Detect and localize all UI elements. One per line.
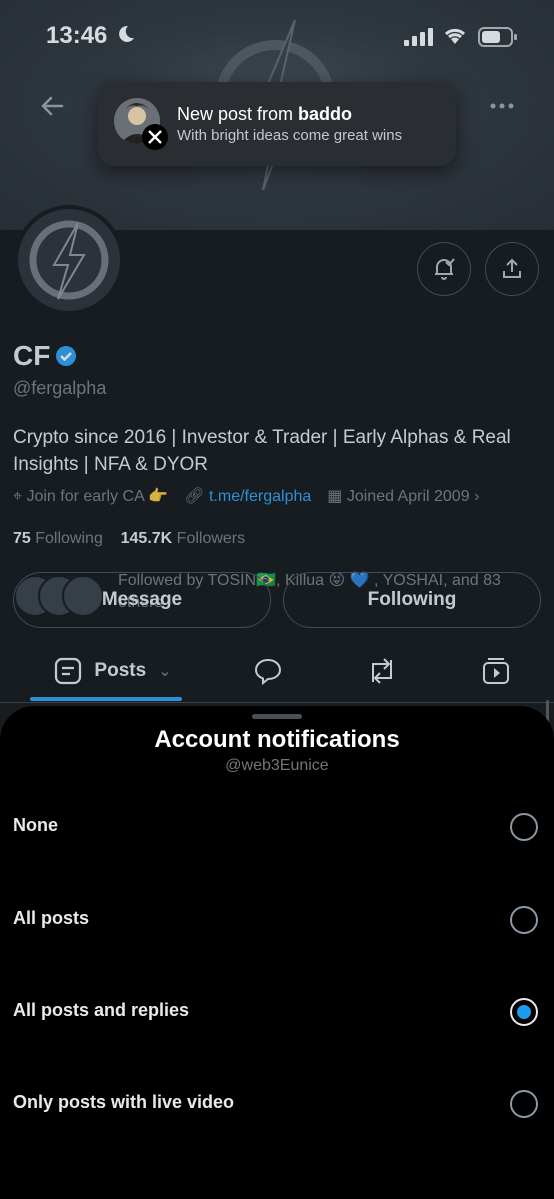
x-logo-icon: [142, 124, 168, 150]
new-post-toast[interactable]: New post from baddo With bright ideas co…: [98, 82, 456, 166]
option-none[interactable]: None: [0, 797, 554, 857]
toast-username: baddo: [298, 104, 353, 124]
option-label: Only posts with live video: [13, 1092, 235, 1112]
option-label: All posts: [13, 908, 90, 928]
toast-title: New post from baddo: [177, 104, 353, 124]
option-all-posts[interactable]: All posts: [0, 890, 554, 950]
account-notifications-sheet: Account notifications @web3Eunice None A…: [0, 706, 554, 1199]
radio-all-posts[interactable]: [510, 906, 538, 934]
option-live-video[interactable]: Only posts with live video: [0, 1074, 554, 1134]
radio-none[interactable]: [510, 813, 538, 841]
sheet-grabber[interactable]: [252, 714, 302, 719]
toast-body: With bright ideas come great wins: [177, 127, 403, 144]
option-label: All posts and replies: [13, 1000, 190, 1020]
sheet-title: Account notifications: [154, 726, 400, 753]
radio-live-video[interactable]: [510, 1090, 538, 1118]
radio-all-posts-and-replies[interactable]: [510, 998, 538, 1026]
option-all-posts-and-replies[interactable]: All posts and replies: [0, 982, 554, 1042]
sheet-subtitle: @web3Eunice: [225, 757, 329, 774]
option-label: None: [13, 815, 58, 835]
